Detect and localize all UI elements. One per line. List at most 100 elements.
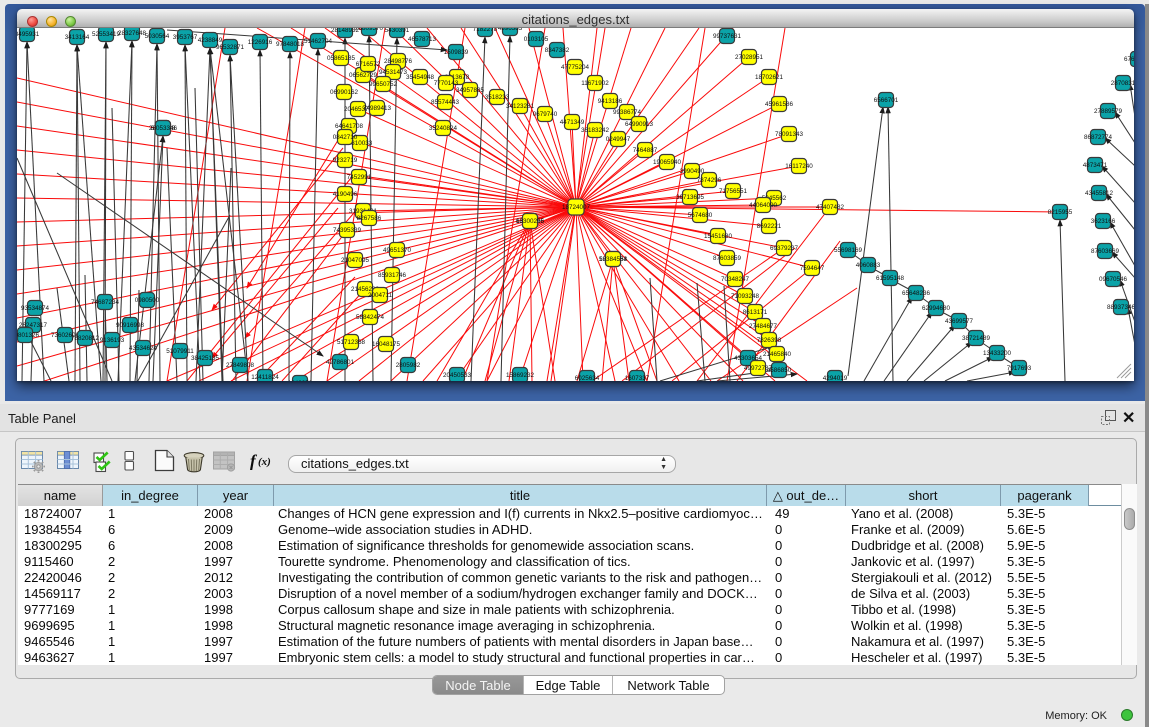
svg-text:35240824: 35240824 xyxy=(429,125,458,132)
svg-text:28327648: 28327648 xyxy=(118,30,147,37)
svg-text:3518233: 3518233 xyxy=(485,94,510,101)
svg-text:2870831: 2870831 xyxy=(1111,80,1134,87)
svg-text:74989413: 74989413 xyxy=(363,105,392,112)
svg-text:36713695: 36713695 xyxy=(676,194,705,201)
svg-text:9413186: 9413186 xyxy=(598,98,623,105)
svg-text:4060883: 4060883 xyxy=(856,262,881,269)
svg-text:45961586: 45961586 xyxy=(765,101,794,108)
svg-text:8692221: 8692221 xyxy=(757,223,782,230)
svg-text:69379237: 69379237 xyxy=(770,245,799,252)
svg-text:4471349: 4471349 xyxy=(560,119,585,126)
svg-text:4896383: 4896383 xyxy=(498,28,523,32)
svg-text:18702621: 18702621 xyxy=(755,74,784,81)
svg-text:51462704: 51462704 xyxy=(304,38,333,45)
svg-text:90916998: 90916998 xyxy=(116,322,145,329)
svg-text:36183242: 36183242 xyxy=(581,127,610,134)
svg-text:43699577: 43699577 xyxy=(945,318,974,325)
svg-text:87603669: 87603669 xyxy=(1091,248,1120,255)
svg-text:44064090: 44064090 xyxy=(749,202,778,209)
svg-text:38425135: 38425135 xyxy=(191,355,220,362)
svg-text:f: f xyxy=(250,452,258,471)
svg-text:11671902: 11671902 xyxy=(581,80,609,87)
svg-text:9232719: 9232719 xyxy=(333,157,358,164)
svg-text:4190496: 4190496 xyxy=(333,191,358,198)
svg-text:38721489: 38721489 xyxy=(962,335,991,342)
svg-text:34123281: 34123281 xyxy=(506,103,535,110)
svg-text:8215955: 8215955 xyxy=(1048,209,1073,216)
svg-text:43534624: 43534624 xyxy=(129,345,158,352)
svg-text:7770143: 7770143 xyxy=(434,80,459,87)
svg-text:9136193: 9136193 xyxy=(100,337,125,344)
svg-text:27484677: 27484677 xyxy=(749,323,778,330)
svg-text:(x): (x) xyxy=(258,456,271,468)
svg-text:21465840: 21465840 xyxy=(763,351,792,358)
svg-text:5030564: 5030564 xyxy=(145,33,170,40)
svg-text:96532871: 96532871 xyxy=(216,44,245,51)
svg-text:7594647: 7594647 xyxy=(800,265,825,272)
svg-text:10801326: 10801326 xyxy=(17,332,39,339)
svg-text:4294019: 4294019 xyxy=(823,375,848,381)
svg-text:71093248: 71093248 xyxy=(731,293,760,300)
svg-text:47775204: 47775204 xyxy=(561,64,590,71)
svg-text:1607337: 1607337 xyxy=(625,375,650,381)
svg-text:49651370: 49651370 xyxy=(383,247,412,254)
svg-text:64990913: 64990913 xyxy=(625,121,654,128)
svg-text:7826398: 7826398 xyxy=(757,337,782,344)
svg-text:7182278: 7182278 xyxy=(473,28,498,33)
svg-text:8267586: 8267586 xyxy=(357,215,382,222)
svg-text:12411824: 12411824 xyxy=(251,374,279,381)
svg-text:1226916: 1226916 xyxy=(248,39,273,46)
svg-text:0980500: 0980500 xyxy=(135,297,160,304)
svg-text:85931746: 85931746 xyxy=(378,272,407,279)
svg-text:74687234: 74687234 xyxy=(91,299,120,306)
svg-text:87603859: 87603859 xyxy=(713,255,742,262)
svg-text:34957885: 34957885 xyxy=(456,87,485,94)
svg-text:4873471: 4873471 xyxy=(1083,162,1108,169)
svg-text:06562729: 06562729 xyxy=(349,72,378,79)
svg-text:27889579: 27889579 xyxy=(1094,108,1123,115)
svg-text:20450533: 20450533 xyxy=(443,372,472,379)
svg-text:1509839: 1509839 xyxy=(444,49,469,56)
svg-text:85574443: 85574443 xyxy=(431,99,460,106)
svg-text:6025634: 6025634 xyxy=(575,375,600,381)
svg-text:28809570: 28809570 xyxy=(355,28,384,32)
svg-text:78091343: 78091343 xyxy=(775,131,804,138)
svg-text:7917693: 7917693 xyxy=(1007,365,1032,372)
svg-text:62994680: 62994680 xyxy=(922,305,951,312)
svg-text:18724007: 18724007 xyxy=(562,204,591,211)
svg-text:35454948: 35454948 xyxy=(406,74,435,81)
svg-text:46578713: 46578713 xyxy=(408,36,437,43)
svg-text:65648236: 65648236 xyxy=(902,290,931,297)
svg-text:13433200: 13433200 xyxy=(983,350,1012,357)
svg-text:0103105: 0103105 xyxy=(524,36,549,43)
svg-text:71756551: 71756551 xyxy=(719,188,748,195)
svg-text:8347382: 8347382 xyxy=(545,47,570,54)
svg-text:61595148: 61595148 xyxy=(876,275,905,282)
svg-text:3953767: 3953767 xyxy=(173,34,198,41)
svg-text:05865185: 05865185 xyxy=(327,55,356,62)
svg-text:51079911: 51079911 xyxy=(166,348,194,355)
svg-text:42786801: 42786801 xyxy=(326,359,355,366)
svg-text:0249947: 0249947 xyxy=(606,136,631,143)
svg-text:8495931: 8495931 xyxy=(17,31,40,38)
svg-text:5430391: 5430391 xyxy=(385,28,410,34)
svg-text:47407482: 47407482 xyxy=(816,204,845,211)
svg-text:7874296: 7874296 xyxy=(697,177,722,184)
svg-text:3990490: 3990490 xyxy=(680,168,705,175)
svg-text:78820812: 78820812 xyxy=(71,335,100,342)
svg-text:4238849: 4238849 xyxy=(198,37,223,44)
svg-text:67632016: 67632016 xyxy=(1124,56,1134,63)
svg-text:43455812: 43455812 xyxy=(1085,190,1114,197)
svg-text:70348247: 70348247 xyxy=(721,276,750,283)
svg-text:99386774: 99386774 xyxy=(613,109,642,116)
svg-text:21047095: 21047095 xyxy=(341,257,370,264)
svg-text:7464887: 7464887 xyxy=(633,147,658,154)
svg-text:51712368: 51712368 xyxy=(337,339,366,346)
svg-text:2004711: 2004711 xyxy=(368,292,393,299)
svg-text:09670546: 09670546 xyxy=(1099,276,1128,283)
svg-text:86872774: 86872774 xyxy=(1084,134,1113,141)
svg-text:99650752: 99650752 xyxy=(369,81,398,88)
svg-text:1640052: 1640052 xyxy=(288,380,313,381)
svg-text:2805982: 2805982 xyxy=(396,362,421,369)
svg-text:58842474: 58842474 xyxy=(356,314,385,321)
